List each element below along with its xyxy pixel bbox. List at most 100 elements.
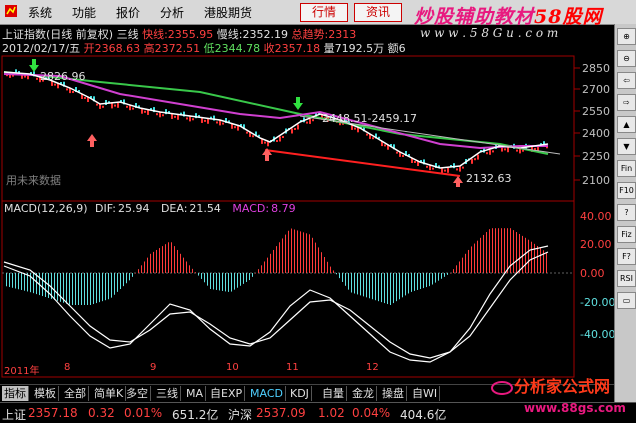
macd-bar <box>285 234 286 273</box>
toolbar-button-0[interactable]: ⊕ <box>617 28 636 45</box>
candle-bar <box>105 100 107 105</box>
mid-annotation: 2448.51-2459.17 <box>322 112 417 125</box>
macd-bar <box>342 273 343 282</box>
macd-bar <box>87 273 88 305</box>
macd-bar <box>264 261 265 273</box>
tab-4[interactable]: 多空 <box>124 386 151 401</box>
price-tick: 2700 <box>582 83 610 96</box>
toolbar-button-9[interactable]: Fiz <box>617 226 636 243</box>
candle-bar <box>456 168 458 171</box>
date-tick: 8 <box>64 362 71 373</box>
macd-bar <box>303 232 304 273</box>
toolbar-button-12[interactable]: ▭ <box>617 292 636 309</box>
macd-bar <box>423 273 424 289</box>
candle-bar <box>174 115 176 118</box>
fast-line-white <box>3 71 549 169</box>
candle-bar <box>201 117 203 123</box>
toolbar-button-8[interactable]: ? <box>617 204 636 221</box>
toolbar-button-5[interactable]: ▼ <box>617 138 636 155</box>
chart-area[interactable]: 2850 2700 2550 2400 2250 2100 2826.96 24… <box>0 54 614 384</box>
toolbar-button-10[interactable]: F? <box>617 248 636 265</box>
candle-bar <box>207 118 209 124</box>
candle-bar <box>522 149 524 152</box>
sh-value: 2357.18 <box>28 406 78 420</box>
tab-9[interactable]: KDJ <box>288 386 312 401</box>
candle-bar <box>147 109 149 115</box>
menu-function[interactable]: 功能 <box>72 4 96 21</box>
tab-3[interactable]: 简单K <box>92 386 127 401</box>
info-button[interactable]: 资讯 <box>354 3 402 22</box>
macd-bar <box>192 268 193 273</box>
candle-bar <box>477 154 479 160</box>
candle-bar <box>471 158 473 164</box>
candle-bar <box>72 91 74 93</box>
macd-bar <box>525 237 526 273</box>
menu-quote[interactable]: 报价 <box>116 4 140 21</box>
macd-bar <box>111 273 112 298</box>
tab-13[interactable]: 自WI <box>410 386 441 401</box>
tab-11[interactable]: 金龙 <box>350 386 377 401</box>
candle-bar <box>444 169 446 172</box>
toolbar-button-1[interactable]: ⊖ <box>617 50 636 67</box>
candle-bar <box>459 166 461 172</box>
menu-analysis[interactable]: 分析 <box>160 4 184 21</box>
macd-bar <box>162 246 163 273</box>
tab-0[interactable]: 指标 <box>2 386 29 401</box>
macd-bar <box>216 273 217 290</box>
date-tick: 12 <box>366 362 379 373</box>
tab-5[interactable]: 三线 <box>154 386 181 401</box>
sh-label: 上证 <box>2 408 27 422</box>
macd-bar <box>309 234 310 273</box>
toolbar-button-3[interactable]: ⇨ <box>617 94 636 111</box>
macd-bar <box>57 273 58 301</box>
macd-bar <box>201 273 202 279</box>
macd-bar <box>348 273 349 290</box>
tab-7[interactable]: 自EXP <box>208 386 246 401</box>
macd-bar <box>354 273 355 294</box>
tab-1[interactable]: 模板 <box>32 386 59 401</box>
tab-8[interactable]: MACD <box>248 386 286 401</box>
candle-bar <box>366 133 368 136</box>
candle-bar <box>192 118 194 121</box>
app-logo-icon[interactable] <box>4 4 18 18</box>
macd-bar <box>123 273 124 287</box>
toolbar-button-11[interactable]: RSI <box>617 270 636 287</box>
toolbar-button-4[interactable]: ▲ <box>617 116 636 133</box>
macd-bar <box>435 273 436 283</box>
toolbar-button-7[interactable]: F10 <box>617 182 636 199</box>
low-annotation: 2132.63 <box>466 172 512 185</box>
macd-bar <box>21 273 22 290</box>
macd-bar <box>180 253 181 273</box>
macd-bar <box>183 257 184 273</box>
svg-text:-20.00: -20.00 <box>580 296 614 309</box>
candle-bar <box>453 163 455 169</box>
menu-hk-futures[interactable]: 港股期货 <box>204 4 252 21</box>
macd-bar <box>159 248 160 273</box>
buy-arrow-icon <box>453 176 463 187</box>
toolbar-button-6[interactable]: Fin <box>617 160 636 177</box>
tab-6[interactable]: MA <box>184 386 207 401</box>
sh-change: 0.32 <box>88 406 115 420</box>
sz-label: 沪深 <box>228 408 253 422</box>
macd-bar <box>165 244 166 273</box>
tab-12[interactable]: 操盘 <box>380 386 407 401</box>
macd-bar <box>72 273 73 305</box>
menu-system[interactable]: 系统 <box>28 4 52 21</box>
watermark-top: 炒股辅助教材58股网 <box>414 6 603 28</box>
candle-bar <box>492 150 494 153</box>
toolbar-button-2[interactable]: ⇦ <box>617 72 636 89</box>
macd-bar <box>273 249 274 273</box>
tab-2[interactable]: 全部 <box>62 386 89 401</box>
quote-button[interactable]: 行情 <box>300 3 348 22</box>
candle-bar <box>126 105 128 108</box>
macd-bar <box>54 273 55 300</box>
candle-bar <box>141 108 143 114</box>
macd-bar <box>330 266 331 273</box>
macd-bar <box>495 228 496 273</box>
macd-bar <box>489 229 490 273</box>
candle-bar <box>177 114 179 120</box>
support-line-red <box>264 149 461 177</box>
tab-10[interactable]: 自量 <box>320 386 347 401</box>
high-annotation: 2826.96 <box>40 70 86 83</box>
sz-value: 2537.09 <box>256 406 306 420</box>
